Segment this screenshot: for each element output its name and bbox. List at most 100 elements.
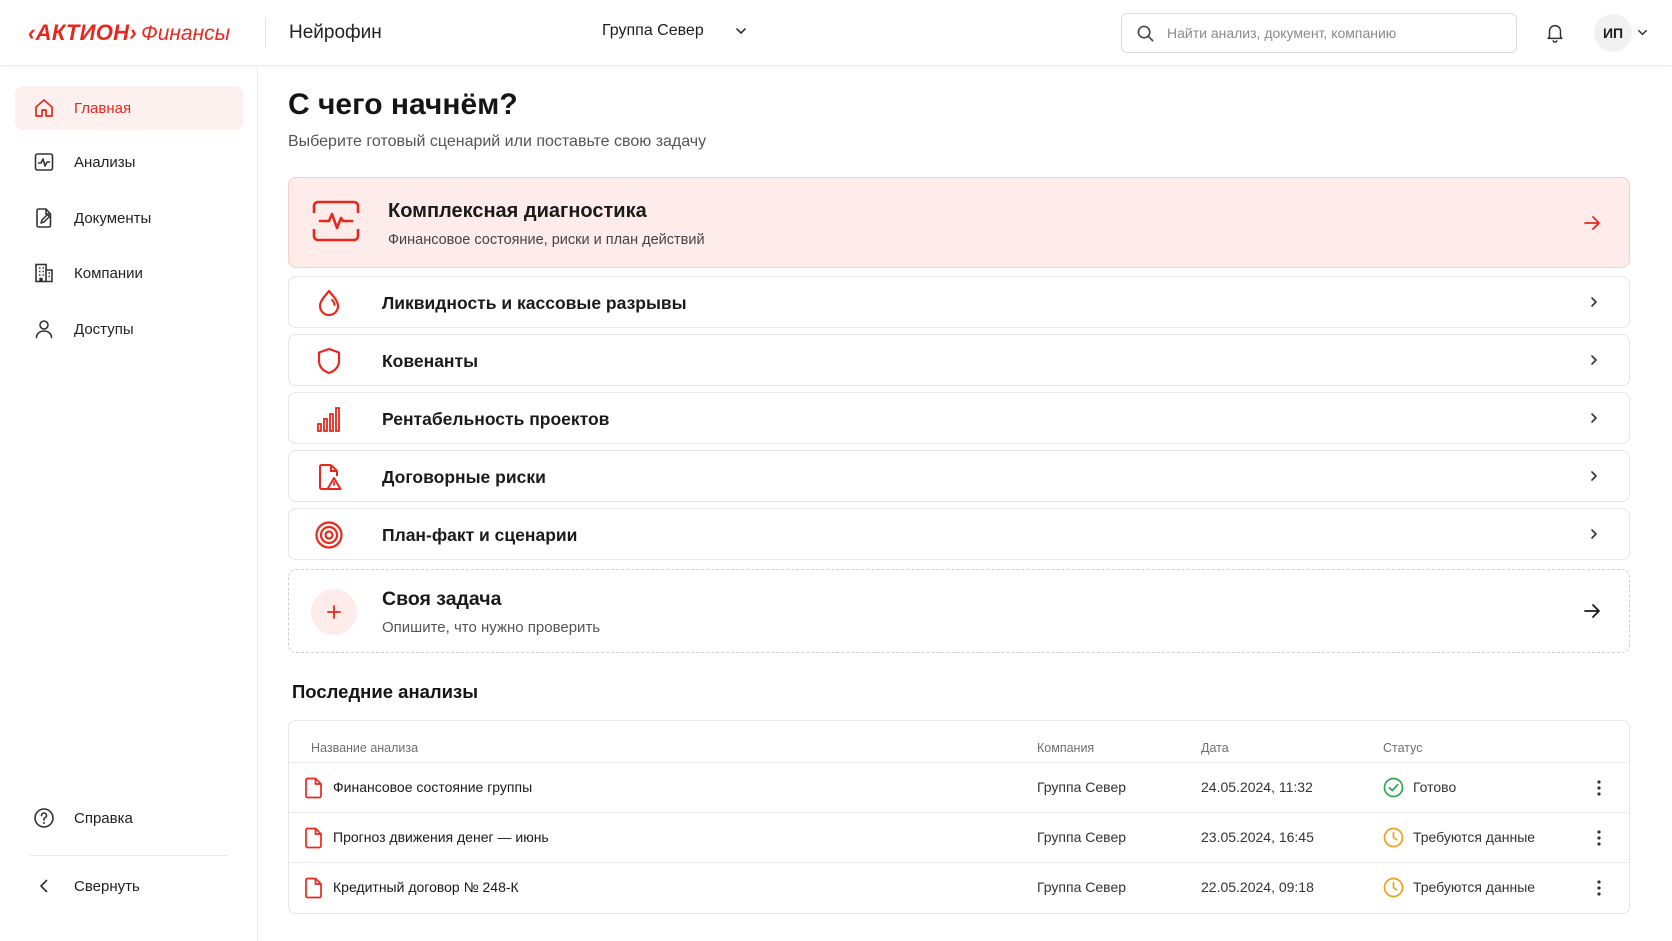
sidebar-item-access[interactable]: Доступы [15,307,243,351]
analysis-company: Группа Север [1037,879,1127,895]
scenario-label: Ковенанты [382,351,479,371]
sidebar-collapse[interactable]: Свернуть [15,864,243,908]
sidebar-divider [30,855,228,856]
home-icon [32,96,56,120]
chevron-down-icon [735,28,746,34]
featured-title: Комплексная диагностика [388,200,647,222]
sidebar-item-label: Главная [74,99,132,117]
chevron-right-icon [1591,471,1597,481]
status-badge: Требуются данные [1413,829,1536,845]
column-header-name[interactable]: Название анализа [311,741,418,755]
recent-analyses-table: Название анализа Компания Дата Статус Фи… [288,720,1630,914]
analytics-icon [32,150,56,174]
plus-icon [311,589,357,635]
page-title: С чего начнём? [288,88,518,121]
page-subtitle: Выберите готовый сценарий или поставьте … [288,133,707,150]
file-icon [305,877,322,899]
logo[interactable]: ‹АКТИОН› Финансы [28,20,230,46]
scenario-label: Рентабельность проектов [382,409,610,429]
sidebar-help-label: Справка [74,809,133,827]
scenario-label: Ликвидность и кассовые разрывы [382,293,687,313]
target-icon [315,521,343,549]
more-vertical-icon[interactable] [1589,877,1609,899]
analysis-date: 22.05.2024, 09:18 [1201,879,1314,895]
analysis-name: Финансовое состояние группы [333,779,533,795]
scenario-liquidity[interactable]: Ликвидность и кассовые разрывы [288,276,1630,328]
sidebar-item-companies[interactable]: Компании [15,251,243,295]
chevron-right-icon [1591,529,1597,539]
app-header: ‹АКТИОН› Финансы Нейрофин Группа Север И… [0,0,1672,66]
sidebar-collapse-label: Свернуть [74,877,140,895]
custom-task-card[interactable]: Своя задача Опишите, что нужно проверить [288,569,1630,653]
chevron-down-icon[interactable] [1636,26,1649,39]
sidebar-item-documents[interactable]: Документы [15,196,243,240]
analysis-name: Кредитный договор № 248-К [333,879,519,895]
bell-icon[interactable] [1544,21,1566,43]
document-edit-icon [32,206,56,230]
company-selector-value: Группа Север [602,22,704,39]
status-badge: Готово [1413,779,1457,795]
sidebar: Главная Анализы Документы Компании Досту… [0,66,258,941]
arrow-right-icon [1584,604,1600,618]
bar-chart-icon [317,407,340,432]
shield-icon [317,347,341,375]
file-warning-icon [319,464,342,490]
more-vertical-icon[interactable] [1589,827,1609,849]
status-badge: Требуются данные [1413,879,1536,895]
avatar-initials: ИП [1602,25,1624,41]
sidebar-help[interactable]: Справка [15,796,243,840]
sidebar-item-label: Компании [74,264,143,282]
table-row[interactable]: Кредитный договор № 248-К Группа Север 2… [289,863,1629,913]
clock-icon [1383,827,1404,848]
custom-task-subtitle: Опишите, что нужно проверить [382,619,601,636]
sidebar-item-label: Документы [74,209,152,227]
chevron-right-icon [1591,413,1597,423]
analysis-name: Прогноз движения денег — июнь [333,829,549,845]
arrow-right-icon [1584,216,1600,230]
logo-sub: Финансы [141,22,231,45]
search-input[interactable] [1167,25,1497,41]
chevron-left-icon [32,874,56,898]
scenario-plan-fact[interactable]: План-факт и сценарии [288,508,1630,560]
scenario-profitability[interactable]: Рентабельность проектов [288,392,1630,444]
avatar[interactable]: ИП [1594,14,1632,52]
chevron-right-icon [1591,355,1597,365]
clock-icon [1383,877,1404,898]
user-icon [32,317,56,341]
column-header-date[interactable]: Дата [1201,741,1229,755]
column-header-status[interactable]: Статус [1383,741,1423,755]
sidebar-item-home[interactable]: Главная [15,86,243,130]
recent-analyses-title: Последние анализы [292,681,479,702]
sidebar-item-label: Анализы [74,153,136,171]
column-header-company[interactable]: Компания [1037,741,1094,755]
scenario-contract-risks[interactable]: Договорные риски [288,450,1630,502]
table-row[interactable]: Финансовое состояние группы Группа Север… [289,763,1629,813]
sidebar-item-label: Доступы [74,320,134,338]
scenario-label: Договорные риски [382,467,546,487]
analysis-company: Группа Север [1037,829,1127,845]
file-icon [305,777,322,799]
diagnostics-monitor-icon [311,200,361,242]
scenario-covenants[interactable]: Ковенанты [288,334,1630,386]
search-icon [1137,25,1154,41]
custom-task-title: Своя задача [382,588,502,610]
sidebar-item-analyses[interactable]: Анализы [15,140,243,184]
logo-brand: ‹АКТИОН› [28,20,137,45]
featured-scenario-card[interactable]: Комплексная диагностика Финансовое состо… [288,177,1630,268]
company-selector[interactable]: Группа Север [602,22,748,40]
building-icon [32,261,56,285]
scenario-label: План-факт и сценарии [382,525,578,545]
more-vertical-icon[interactable] [1589,777,1609,799]
check-circle-icon [1383,777,1404,798]
search-box[interactable] [1121,13,1517,53]
file-icon [305,827,322,849]
analysis-company: Группа Север [1037,779,1127,795]
help-icon [32,806,56,830]
featured-subtitle: Финансовое состояние, риски и план дейст… [388,232,705,248]
analysis-date: 24.05.2024, 11:32 [1201,779,1313,795]
drop-icon [318,289,340,317]
analysis-date: 23.05.2024, 16:45 [1201,829,1314,845]
header-divider [265,18,266,48]
table-row[interactable]: Прогноз движения денег — июнь Группа Сев… [289,813,1629,863]
chevron-right-icon [1591,297,1597,307]
